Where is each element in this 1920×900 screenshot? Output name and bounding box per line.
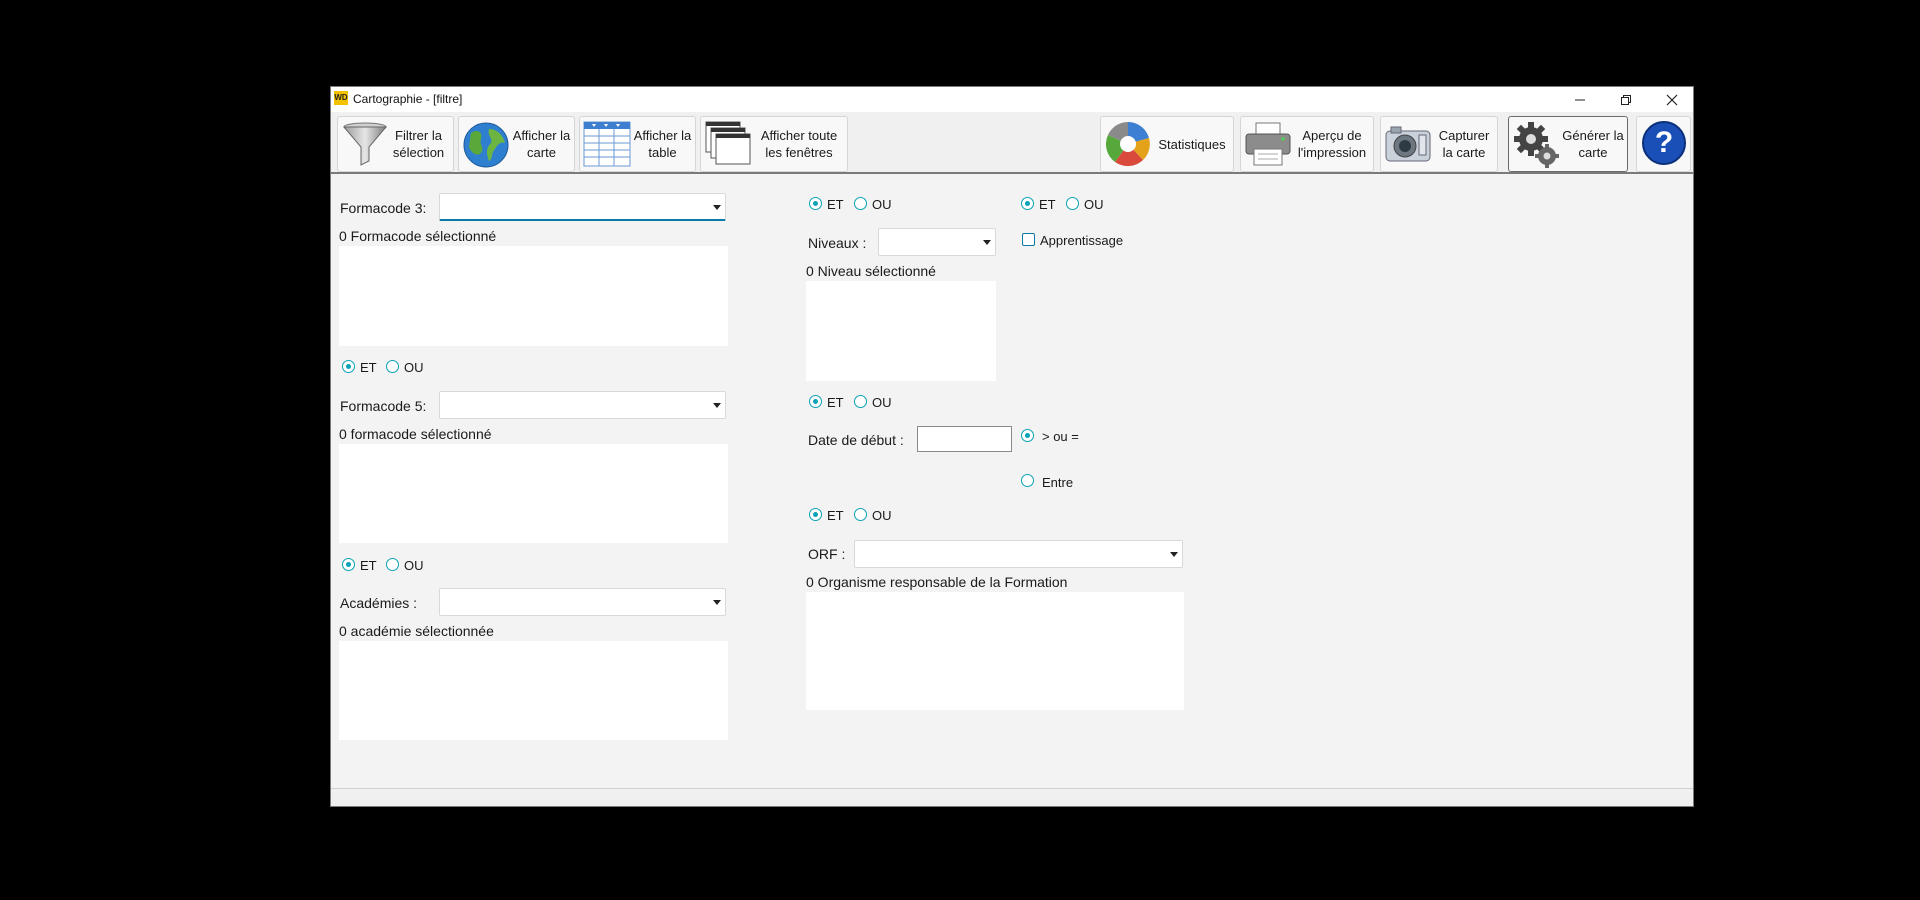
- generate-map-label: Générer la carte: [1562, 128, 1624, 160]
- formacode3-count: 0 Formacode sélectionné: [339, 228, 497, 244]
- minimize-icon: [1575, 99, 1585, 101]
- academies-label: Académies :: [340, 595, 418, 611]
- window-title: Cartographie - [filtre]: [353, 92, 463, 106]
- statistics-button[interactable]: Statistiques: [1100, 116, 1234, 172]
- generate-map-button[interactable]: Générer la carte: [1508, 116, 1628, 172]
- apprentissage-or-label: OU: [1084, 197, 1104, 212]
- date-label: Date de début :: [808, 432, 904, 448]
- orf-or-radio[interactable]: [854, 508, 867, 521]
- academies-or-label: OU: [404, 558, 424, 573]
- formacode5-label: Formacode 5:: [340, 398, 427, 414]
- formacode5-and-label: ET: [360, 360, 377, 375]
- apprentissage-and-radio[interactable]: [1021, 197, 1034, 210]
- formacode5-select[interactable]: [439, 391, 726, 419]
- formacode3-select[interactable]: [439, 193, 726, 221]
- funnel-icon: [342, 122, 388, 166]
- orf-count: 0 Organisme responsable de la Formation: [806, 574, 1068, 590]
- apprentissage-checkbox[interactable]: [1022, 233, 1035, 246]
- globe-icon: [463, 122, 509, 168]
- chevron-down-icon: [713, 205, 721, 210]
- table-grid-icon: [583, 121, 631, 167]
- chevron-down-icon: [713, 403, 721, 408]
- date-between-radio[interactable]: [1021, 474, 1034, 487]
- academies-and-label: ET: [360, 558, 377, 573]
- niveaux-and-radio[interactable]: [809, 197, 822, 210]
- academies-count: 0 académie sélectionnée: [339, 623, 494, 639]
- niveaux-label: Niveaux :: [808, 235, 867, 251]
- orf-list[interactable]: [806, 592, 1184, 710]
- restore-icon: [1621, 95, 1631, 105]
- academies-and-radio[interactable]: [342, 558, 355, 571]
- application-window: WD Cartographie - [filtre] Filtrer la sé…: [330, 86, 1694, 807]
- show-all-windows-button[interactable]: Afficher toute les fenêtres: [700, 116, 848, 172]
- show-table-button[interactable]: Afficher la table: [579, 116, 696, 172]
- status-bar: [331, 788, 1693, 806]
- close-icon: [1666, 94, 1678, 106]
- orf-label: ORF :: [808, 546, 846, 562]
- formacode5-list[interactable]: [339, 444, 728, 543]
- printer-icon: [1245, 122, 1291, 166]
- orf-select[interactable]: [854, 540, 1183, 568]
- niveaux-or-radio[interactable]: [854, 197, 867, 210]
- apprentissage-label: Apprentissage: [1040, 233, 1124, 248]
- app-logo-icon: WD: [334, 91, 348, 105]
- minimize-button[interactable]: [1557, 87, 1603, 112]
- windows-stack-icon: [705, 121, 751, 165]
- show-all-windows-label: Afficher toute les fenêtres: [760, 128, 838, 160]
- formacode5-or-radio[interactable]: [386, 360, 399, 373]
- toolbar: Filtrer la sélection Afficher la carte A…: [331, 112, 1693, 174]
- start-date-input[interactable]: [917, 426, 1012, 452]
- show-map-label: Afficher la carte: [512, 128, 571, 160]
- niveaux-or-label: OU: [872, 197, 892, 212]
- academies-or-radio[interactable]: [386, 558, 399, 571]
- date-gte-label: > ou =: [1042, 429, 1079, 444]
- print-preview-button[interactable]: Aperçu de l'impression: [1240, 116, 1374, 172]
- capture-map-button[interactable]: Capturer la carte: [1380, 116, 1498, 172]
- formacode3-list[interactable]: [339, 246, 728, 346]
- formacode5-or-label: OU: [404, 360, 424, 375]
- niveaux-and-label: ET: [827, 197, 844, 212]
- formacode3-label: Formacode 3:: [340, 200, 427, 216]
- orf-and-radio[interactable]: [809, 508, 822, 521]
- date-or-label: OU: [872, 395, 892, 410]
- help-button[interactable]: ?: [1636, 116, 1691, 172]
- pie-chart-icon: [1105, 122, 1150, 167]
- formacode5-count: 0 formacode sélectionné: [339, 426, 492, 442]
- niveaux-count: 0 Niveau sélectionné: [806, 263, 936, 279]
- academies-select[interactable]: [439, 588, 726, 616]
- show-table-label: Afficher la table: [633, 128, 692, 160]
- statistics-label: Statistiques: [1158, 136, 1226, 152]
- gears-icon: [1514, 122, 1559, 168]
- help-question-icon: ?: [1642, 121, 1686, 165]
- orf-and-label: ET: [827, 508, 844, 523]
- orf-or-label: OU: [872, 508, 892, 523]
- print-preview-label: Aperçu de l'impression: [1297, 128, 1367, 160]
- date-and-radio[interactable]: [809, 395, 822, 408]
- niveaux-select[interactable]: [878, 228, 996, 256]
- filter-selection-button[interactable]: Filtrer la sélection: [337, 116, 454, 172]
- capture-map-label: Capturer la carte: [1438, 128, 1490, 160]
- formacode5-and-radio[interactable]: [342, 360, 355, 373]
- show-map-button[interactable]: Afficher la carte: [458, 116, 575, 172]
- camera-icon: [1385, 126, 1431, 162]
- apprentissage-and-label: ET: [1039, 197, 1056, 212]
- date-gte-radio[interactable]: [1021, 429, 1034, 442]
- chevron-down-icon: [1170, 552, 1178, 557]
- chevron-down-icon: [983, 240, 991, 245]
- filter-selection-label: Filtrer la sélection: [392, 128, 445, 160]
- date-between-label: Entre: [1042, 475, 1074, 490]
- title-bar: WD Cartographie - [filtre]: [331, 87, 1693, 112]
- academies-list[interactable]: [339, 641, 728, 740]
- date-or-radio[interactable]: [854, 395, 867, 408]
- restore-button[interactable]: [1603, 87, 1649, 112]
- date-and-label: ET: [827, 395, 844, 410]
- niveaux-list[interactable]: [806, 281, 996, 381]
- close-button[interactable]: [1649, 87, 1693, 112]
- apprentissage-or-radio[interactable]: [1066, 197, 1079, 210]
- chevron-down-icon: [713, 600, 721, 605]
